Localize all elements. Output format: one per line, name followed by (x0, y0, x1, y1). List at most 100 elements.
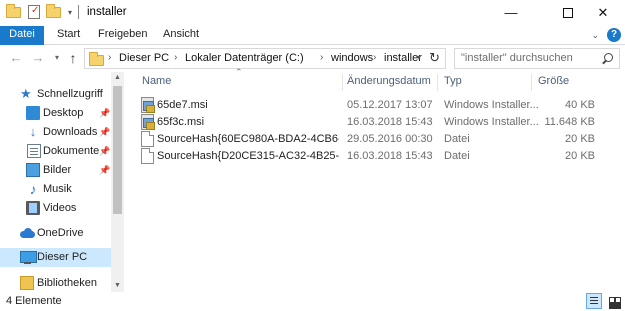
file-date: 29.05.2016 00:30 (347, 133, 433, 145)
breadcrumb-separator-icon[interactable]: › (108, 52, 111, 63)
sidebar-item-dokumente[interactable]: Dokumente 📌 (0, 142, 112, 161)
column-header-type[interactable]: Typ (444, 72, 462, 92)
status-bar: 4 Elemente (0, 292, 625, 311)
sidebar-item-label: Downloads (43, 126, 98, 138)
search-icon[interactable] (600, 52, 614, 66)
column-divider[interactable] (531, 74, 532, 91)
toolbar-divider (78, 5, 80, 19)
pin-icon[interactable]: 📌 (99, 104, 110, 123)
minimize-button[interactable]: — (488, 0, 534, 26)
column-divider[interactable] (437, 74, 438, 91)
large-icons-view-icon[interactable] (605, 293, 621, 309)
title-bar: ▾ installer — ✕ (0, 0, 625, 26)
close-button[interactable]: ✕ (580, 0, 625, 26)
table-row[interactable]: 65de7.msi 05.12.2017 13:07 Windows Insta… (139, 96, 615, 114)
nav-scrollbar[interactable]: ▲ ▼ (111, 72, 124, 292)
sidebar-item-label: Bibliotheken (37, 277, 97, 289)
sidebar-item-dieser-pc[interactable]: Dieser PC (0, 248, 112, 267)
help-icon[interactable]: ? (607, 28, 621, 42)
up-arrow-icon[interactable]: ↑ (65, 50, 81, 66)
recent-locations-chevron-icon[interactable]: ▾ (49, 50, 65, 66)
download-icon: ↓ (29, 124, 37, 139)
pin-icon[interactable]: 📌 (99, 161, 110, 180)
search-input[interactable]: "installer" durchsuchen (454, 48, 620, 69)
breadcrumb-separator-icon[interactable]: › (174, 52, 177, 63)
file-name: 65f3c.msi (157, 116, 205, 128)
quick-access-toolbar: ▾ (6, 4, 87, 20)
breadcrumb-lokaler-datentraeger[interactable]: Lokaler Datenträger (C:) (185, 52, 304, 64)
file-size: 20 KB (565, 150, 595, 162)
sidebar-item-onedrive[interactable]: OneDrive (0, 224, 112, 243)
tab-datei[interactable]: Datei (0, 26, 44, 45)
expand-ribbon-chevron-icon[interactable]: ⌄ (591, 30, 599, 41)
library-icon (20, 276, 34, 290)
file-name: SourceHash{D20CE315-AC32-4B25-AB3A... (157, 150, 339, 162)
sidebar-item-desktop[interactable]: Desktop 📌 (0, 104, 112, 123)
window-title: installer (87, 6, 127, 18)
refresh-icon[interactable]: ↻ (429, 50, 440, 66)
search-placeholder: "installer" durchsuchen (461, 52, 573, 64)
sidebar-item-bibliotheken[interactable]: Bibliotheken (0, 274, 112, 293)
scrollbar-thumb[interactable] (113, 86, 122, 214)
customize-toolbar-chevron-icon[interactable]: ▾ (68, 8, 72, 17)
table-row[interactable]: 65f3c.msi 16.03.2018 15:43 Windows Insta… (139, 113, 615, 131)
file-list: ⌃ Name Änderungsdatum Typ Größe 65de7.ms… (125, 67, 625, 292)
sidebar-item-musik[interactable]: ♪ Musik (0, 180, 112, 199)
tab-ansicht[interactable]: Ansicht (163, 26, 199, 45)
breadcrumb-dieser-pc[interactable]: Dieser PC (119, 52, 169, 64)
properties-icon[interactable] (26, 4, 42, 20)
sort-ascending-icon: ⌃ (235, 67, 243, 77)
address-history-chevron-icon[interactable]: ▾ (417, 53, 421, 62)
sidebar-item-videos[interactable]: Videos (0, 199, 112, 218)
msi-file-icon (141, 97, 155, 113)
back-arrow-icon[interactable]: ← (8, 50, 24, 66)
new-folder-icon[interactable] (46, 4, 62, 20)
file-size: 20 KB (565, 133, 595, 145)
file-icon (141, 131, 154, 147)
table-row[interactable]: SourceHash{60EC980A-BDA2-4CB6-A427... 29… (139, 130, 615, 148)
breadcrumb-separator-icon[interactable]: › (320, 52, 323, 63)
sidebar-item-label: Dieser PC (37, 251, 88, 263)
breadcrumb-separator-icon[interactable]: › (373, 52, 376, 63)
file-date: 16.03.2018 15:43 (347, 116, 433, 128)
pin-icon[interactable]: 📌 (99, 123, 110, 142)
videos-icon (26, 201, 40, 215)
folder-icon (6, 4, 22, 20)
file-date: 16.03.2018 15:43 (347, 150, 433, 162)
column-divider[interactable] (342, 74, 343, 91)
sidebar-item-label: Bilder (43, 164, 72, 176)
tab-start[interactable]: Start (57, 26, 80, 45)
scroll-up-arrow-icon[interactable]: ▲ (111, 72, 124, 84)
forward-arrow-icon[interactable]: → (30, 50, 46, 66)
column-header-name[interactable]: Name (142, 72, 171, 92)
breadcrumb-windows[interactable]: windows (331, 52, 373, 64)
address-bar[interactable]: › Dieser PC › Lokaler Datenträger (C:) ›… (84, 48, 446, 69)
pin-icon[interactable]: 📌 (99, 142, 110, 161)
desktop-icon (26, 106, 40, 120)
navigation-pane: ★ Schnellzugriff Desktop 📌 ↓ Downloads 📌… (0, 72, 125, 292)
sidebar-item-label: Videos (43, 202, 77, 214)
file-name: 65de7.msi (157, 99, 208, 111)
sidebar-item-schnellzugriff[interactable]: ★ Schnellzugriff (0, 85, 112, 104)
address-row: ← → ▾ ↑ › Dieser PC › Lokaler Datenträge… (0, 45, 625, 72)
table-row[interactable]: SourceHash{D20CE315-AC32-4B25-AB3A... 16… (139, 147, 615, 165)
sidebar-item-label: OneDrive (37, 227, 84, 239)
file-name: SourceHash{60EC980A-BDA2-4CB6-A427... (157, 133, 339, 145)
column-header-date[interactable]: Änderungsdatum (347, 72, 431, 92)
item-count: 4 Elemente (6, 295, 62, 307)
file-size: 40 KB (565, 99, 595, 111)
tab-freigeben[interactable]: Freigeben (98, 26, 148, 45)
sidebar-item-label: Musik (43, 183, 72, 195)
star-icon: ★ (20, 86, 32, 101)
sidebar-item-downloads[interactable]: ↓ Downloads 📌 (0, 123, 112, 142)
details-view-icon[interactable] (586, 293, 602, 309)
pictures-icon (26, 163, 40, 177)
sidebar-item-bilder[interactable]: Bilder 📌 (0, 161, 112, 180)
folder-icon (89, 52, 105, 68)
msi-file-icon (141, 114, 155, 130)
ribbon-tabs: Datei Start Freigeben Ansicht ⌄ ? (0, 26, 625, 45)
column-header-size[interactable]: Größe (538, 72, 569, 92)
scroll-down-arrow-icon[interactable]: ▼ (111, 280, 124, 292)
cloud-icon (20, 226, 35, 240)
sidebar-item-label: Desktop (43, 107, 84, 119)
